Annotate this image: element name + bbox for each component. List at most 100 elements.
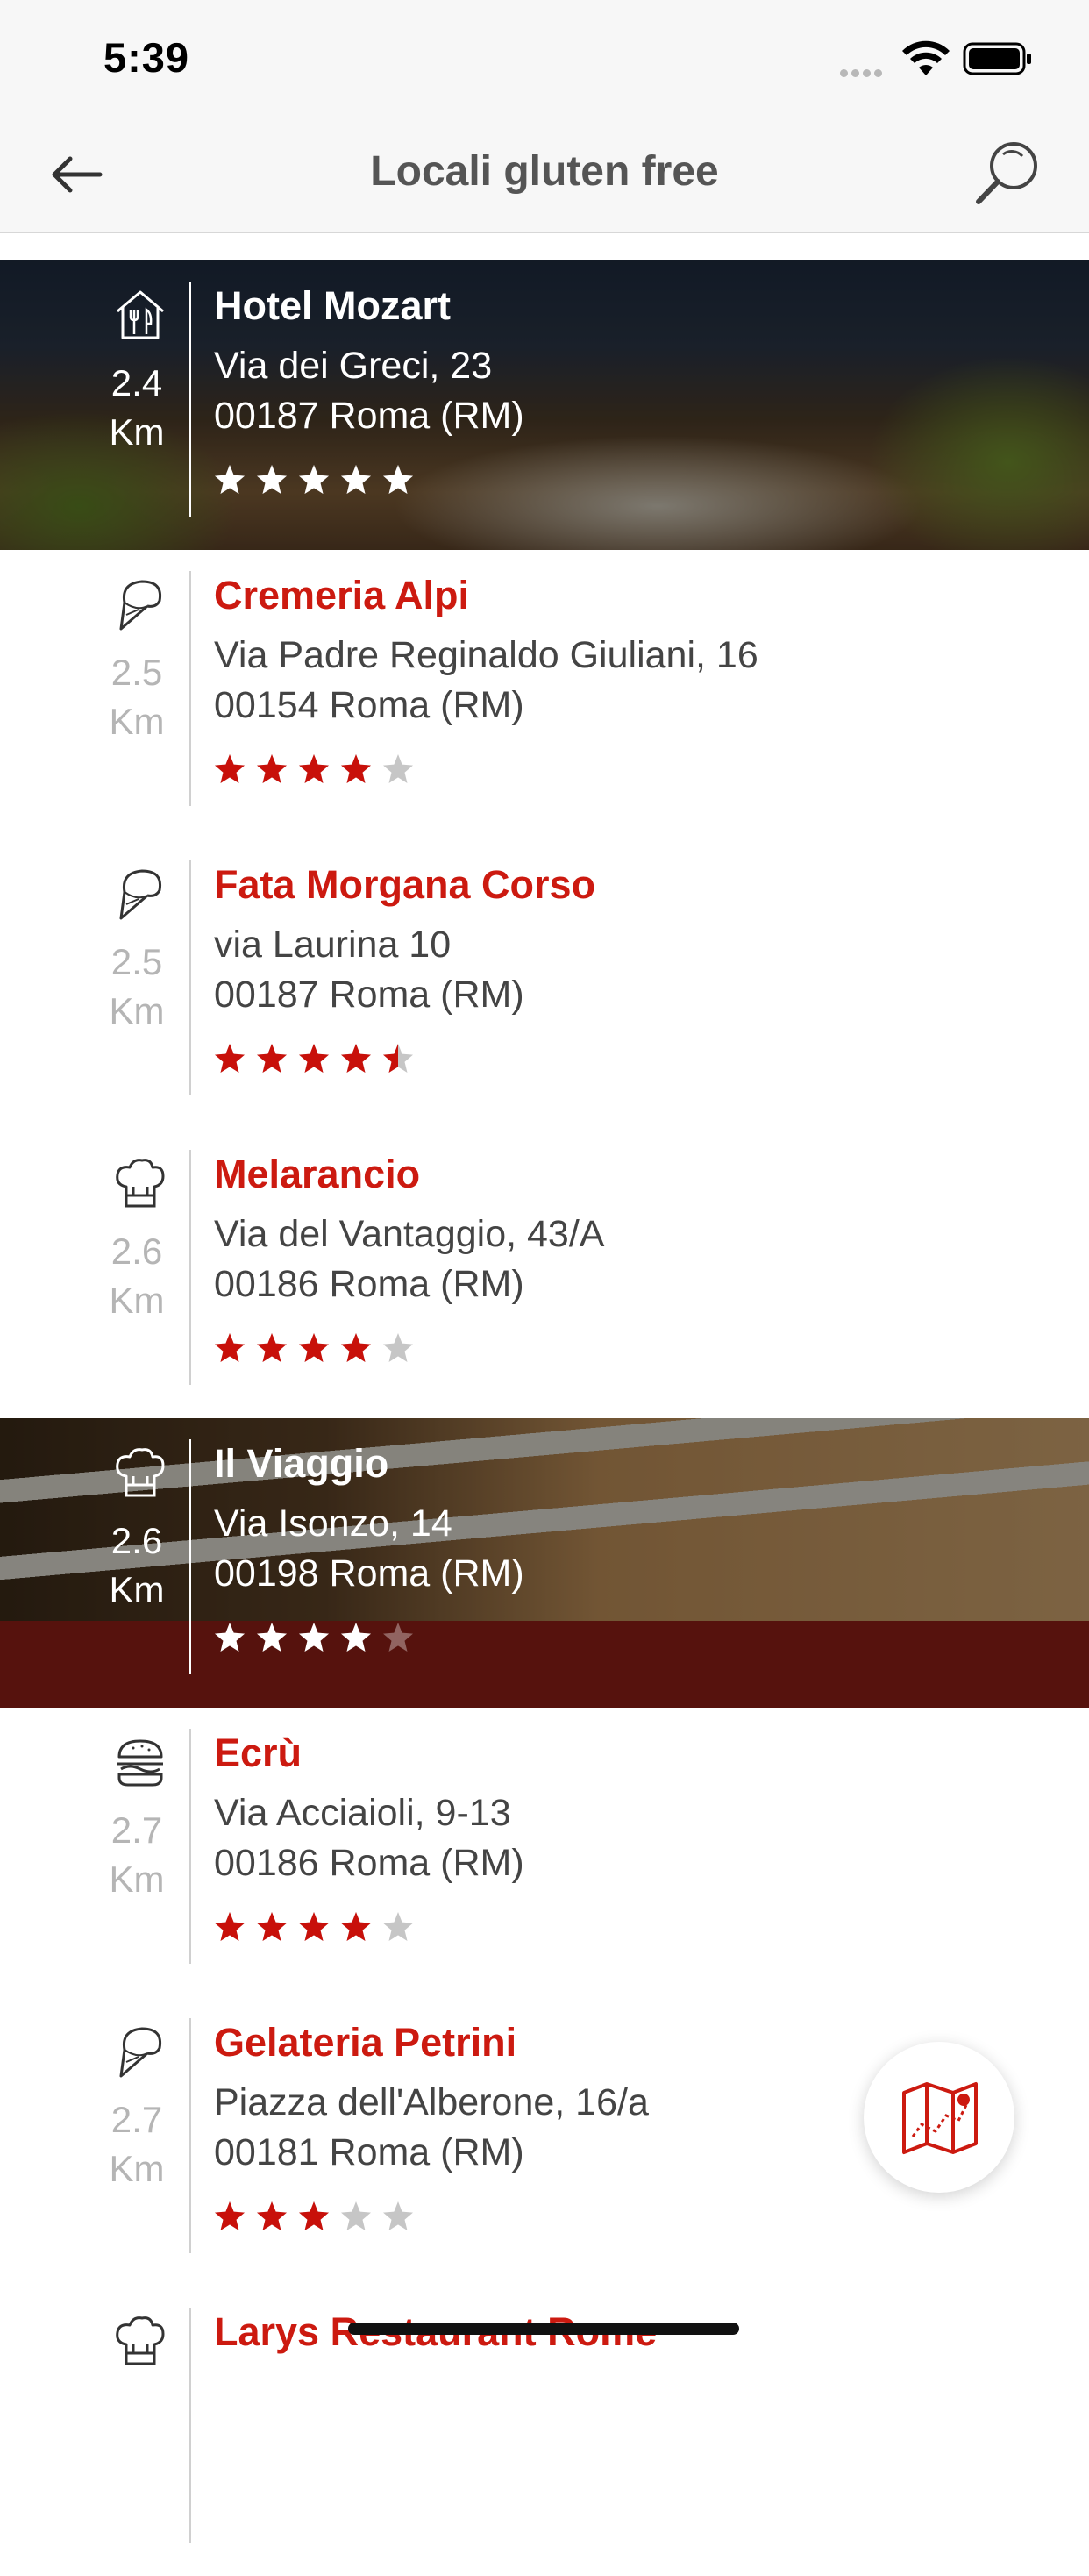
star-icon	[340, 2201, 372, 2232]
distance-value: 2.4	[110, 362, 163, 403]
star-icon	[256, 464, 288, 496]
list-item[interactable]: 2.4 Km Hotel Mozart Via dei Greci, 23 00187 …	[0, 260, 1089, 550]
distance-unit: Km	[109, 411, 165, 453]
star-icon	[382, 1332, 414, 1364]
place-name[interactable]: Il Viaggio	[214, 1441, 388, 1487]
map-button[interactable]	[864, 2042, 1014, 2193]
page-title: Locali gluten free	[370, 148, 719, 195]
chef-hat-icon	[112, 1155, 168, 1211]
divider	[189, 2308, 191, 2543]
address-street: Via Isonzo, 14	[214, 1502, 452, 1545]
distance-value: 2.7	[110, 2099, 163, 2140]
distance-unit: Km	[109, 1859, 165, 1900]
star-icon	[298, 753, 330, 785]
star-icon	[214, 464, 246, 496]
list-item[interactable]: 2.6 Km Il Viaggio Via Isonzo, 14 00198 Roma …	[0, 1418, 1089, 1708]
star-icon	[256, 753, 288, 785]
place-address: Via Acciaioli, 9-13 00186 Roma (RM)	[214, 1788, 524, 1888]
rating-stars	[214, 1043, 424, 1074]
star-icon	[298, 1043, 330, 1074]
star-icon	[382, 1911, 414, 1943]
divider	[189, 1150, 191, 1385]
address-street: via Laurina 10	[214, 924, 452, 966]
address-street: Via Padre Reginaldo Giuliani, 16	[214, 634, 758, 676]
star-icon	[256, 1332, 288, 1364]
distance: 2.5 Km	[95, 648, 179, 746]
distance-value: 2.5	[110, 941, 163, 982]
address-city: 00186 Roma (RM)	[214, 1263, 524, 1305]
address-city: 00187 Roma (RM)	[214, 974, 524, 1016]
place-address: Via Padre Reginaldo Giuliani, 16 00154 Ro…	[214, 631, 758, 731]
divider	[189, 282, 191, 517]
list-item[interactable]: 2.7 Km Ecrù Via Acciaioli, 9-13 00186 Roma (…	[0, 1708, 1089, 1997]
list-item[interactable]: 2.5 Km Cremeria Alpi Via Padre Reginaldo Gi…	[0, 550, 1089, 839]
address-street: Via dei Greci, 23	[214, 345, 493, 387]
star-icon	[256, 1043, 288, 1074]
distance-value: 2.5	[110, 652, 163, 693]
distance: 2.4 Km	[95, 359, 179, 457]
list-item[interactable]: 2.6 Km Melarancio Via del Vantaggio, 43/A 00…	[0, 1129, 1089, 1418]
star-icon	[214, 1622, 246, 1653]
divider	[189, 2018, 191, 2253]
distance: 2.7 Km	[95, 2095, 179, 2194]
distance-unit: Km	[109, 2148, 165, 2189]
rating-stars	[214, 1911, 424, 1943]
address-city: 00181 Roma (RM)	[214, 2131, 524, 2173]
address-street: Piazza dell'Alberone, 16/a	[214, 2081, 649, 2123]
address-city: 00154 Roma (RM)	[214, 684, 524, 726]
status-bar: 5:39	[0, 0, 1089, 116]
divider	[189, 860, 191, 1095]
place-name[interactable]: Fata Morgana Corso	[214, 862, 595, 908]
place-name[interactable]: Melarancio	[214, 1152, 420, 1197]
place-address: Via Isonzo, 14 00198 Roma (RM)	[214, 1499, 524, 1599]
distance-value: 2.6	[110, 1520, 163, 1561]
star-icon	[340, 1911, 372, 1943]
star-icon	[340, 1622, 372, 1653]
divider	[189, 571, 191, 806]
star-icon	[382, 1622, 414, 1653]
chef-hat-icon	[112, 2313, 168, 2369]
distance: 2.6 Km	[95, 1227, 179, 1325]
address-city: 00186 Roma (RM)	[214, 1842, 524, 1884]
address-street: Via Acciaioli, 9-13	[214, 1792, 511, 1834]
distance-unit: Km	[109, 1280, 165, 1321]
star-icon	[214, 1043, 246, 1074]
place-name[interactable]: Hotel Mozart	[214, 283, 451, 329]
ice-cream-icon	[112, 2023, 168, 2080]
navigation-bar: Locali gluten free	[0, 116, 1089, 233]
star-icon	[382, 2201, 414, 2232]
star-icon	[340, 464, 372, 496]
ice-cream-icon	[112, 866, 168, 922]
place-name[interactable]: Ecrù	[214, 1730, 302, 1776]
map-icon	[902, 2082, 978, 2154]
address-street: Via del Vantaggio, 43/A	[214, 1213, 605, 1255]
star-icon	[256, 2201, 288, 2232]
wifi-icon	[902, 40, 950, 75]
rating-stars	[214, 1332, 424, 1364]
star-icon	[382, 464, 414, 496]
rating-stars	[214, 2201, 424, 2232]
place-address: Piazza dell'Alberone, 16/a 00181 Roma (RM…	[214, 2078, 649, 2178]
home-indicator[interactable]	[348, 2323, 739, 2335]
star-icon	[298, 464, 330, 496]
star-icon	[256, 1622, 288, 1653]
star-icon	[340, 753, 372, 785]
star-icon	[298, 1622, 330, 1653]
star-icon	[256, 1911, 288, 1943]
battery-icon	[963, 42, 1031, 75]
place-address: Via del Vantaggio, 43/A 00186 Roma (RM)	[214, 1210, 604, 1309]
distance-value: 2.7	[110, 1809, 163, 1851]
distance-unit: Km	[109, 1569, 165, 1610]
address-city: 00187 Roma (RM)	[214, 395, 524, 437]
star-icon	[298, 1911, 330, 1943]
list-item[interactable]: 2.5 Km Fata Morgana Corso via Laurina 10 001…	[0, 839, 1089, 1129]
distance: 2.6 Km	[95, 1516, 179, 1615]
place-name[interactable]: Cremeria Alpi	[214, 573, 469, 618]
distance: 2.7 Km	[95, 1806, 179, 1904]
distance-unit: Km	[109, 701, 165, 742]
chef-hat-icon	[112, 1445, 168, 1501]
place-name[interactable]: Gelateria Petrini	[214, 2020, 516, 2066]
restaurant-house-icon	[112, 287, 168, 343]
cellular-signal-icon	[840, 66, 886, 82]
search-icon[interactable]	[972, 139, 1042, 209]
